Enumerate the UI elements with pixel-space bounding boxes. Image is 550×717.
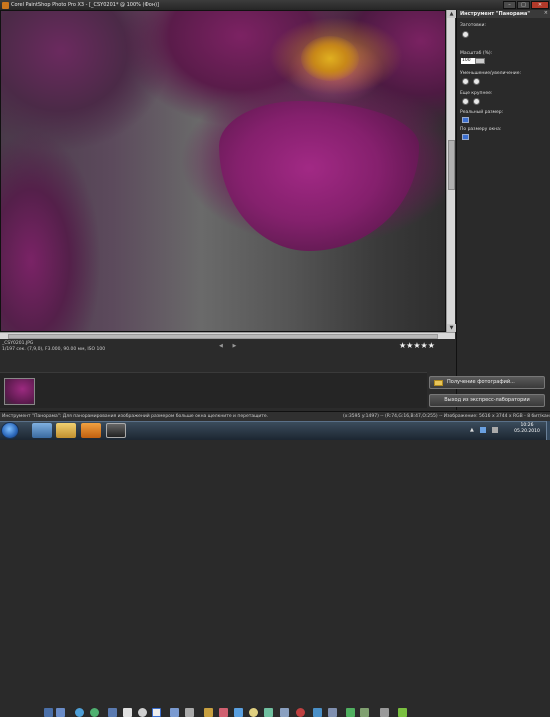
app-window: Corel PaintShop Photo Pro X3 - [_CSY0201… xyxy=(0,0,550,717)
sharpen-icon[interactable] xyxy=(264,708,273,717)
minimize-button[interactable]: – xyxy=(503,1,516,9)
delete-icon[interactable] xyxy=(380,708,389,717)
levels-icon[interactable] xyxy=(234,708,243,717)
crop-icon[interactable] xyxy=(185,708,194,717)
presets-dropdown-icon[interactable] xyxy=(462,31,469,38)
show-desktop-button[interactable] xyxy=(546,421,550,440)
zoom-stepper[interactable] xyxy=(475,58,485,64)
photo-thumbnail[interactable] xyxy=(4,378,35,405)
rotate-right-icon[interactable] xyxy=(90,708,99,717)
ie-taskbar-icon[interactable] xyxy=(32,423,52,438)
tag-icon[interactable] xyxy=(346,708,355,717)
folder-icon xyxy=(434,380,443,386)
red-eye-icon[interactable] xyxy=(296,708,305,717)
photo-info: _CSY0201.JPG 1/197 сек. (7,9,0), F3.000,… xyxy=(2,341,105,353)
photo-navigation: ◀ ▶ xyxy=(219,343,236,349)
clock-date: 05.20.2010 xyxy=(514,429,540,434)
zoom-in-icon[interactable] xyxy=(473,78,480,85)
scroll-up-icon[interactable]: ▲ xyxy=(447,10,456,18)
color-balance-icon[interactable] xyxy=(219,708,228,717)
palette-close-icon[interactable]: × xyxy=(544,10,548,16)
actual-size-icon[interactable] xyxy=(462,117,469,123)
zoom-more-out-icon[interactable] xyxy=(462,98,469,105)
actual-size-label: Реальный размер: xyxy=(460,110,504,115)
edit-toolbar xyxy=(0,353,550,717)
exit-express-lab-button[interactable]: Выход из экспресс-лаборатории xyxy=(429,394,545,407)
pan-hand-icon[interactable] xyxy=(152,708,161,717)
full-editor-icon[interactable] xyxy=(398,708,407,717)
palette-title: Инструмент "Панорама" xyxy=(457,10,550,18)
vertical-scrollbar[interactable]: ▲ ▼ xyxy=(446,10,456,332)
image-canvas[interactable] xyxy=(0,10,446,332)
orchid-stamen xyxy=(301,36,359,81)
media-player-taskbar-icon[interactable] xyxy=(81,423,101,438)
zoom-icon[interactable] xyxy=(138,708,147,717)
scroll-down-icon[interactable]: ▼ xyxy=(447,324,456,332)
close-button[interactable]: ✕ xyxy=(531,1,549,9)
get-photos-button[interactable]: Получение фотографий... xyxy=(429,376,545,389)
zoom-out-icon[interactable] xyxy=(462,78,469,85)
clone-icon[interactable] xyxy=(328,708,337,717)
zoom-more-label: Еще крупнее: xyxy=(460,91,493,96)
save-icon[interactable] xyxy=(44,708,53,717)
taskbar-clock[interactable]: 10:26 05.20.2010 xyxy=(508,423,546,435)
fit-window-label: По размеру окна: xyxy=(460,127,502,132)
zoom-label: Масштаб (%): xyxy=(460,51,493,56)
brightness-icon[interactable] xyxy=(249,708,258,717)
straighten-icon[interactable] xyxy=(170,708,179,717)
get-photos-label: Получение фотографий... xyxy=(447,379,515,385)
network-icon[interactable] xyxy=(480,427,486,433)
horizontal-scrollbar[interactable] xyxy=(0,332,455,339)
volume-icon[interactable] xyxy=(492,427,498,433)
paintshop-taskbar-icon[interactable] xyxy=(106,423,126,438)
start-button-icon[interactable] xyxy=(1,422,19,439)
explorer-taskbar-icon[interactable] xyxy=(56,423,76,438)
next-photo-icon[interactable]: ▶ xyxy=(232,343,236,349)
filmstrip xyxy=(0,372,427,408)
rotate-left-icon[interactable] xyxy=(75,708,84,717)
save-as-icon[interactable] xyxy=(56,708,65,717)
smart-fix-icon[interactable] xyxy=(204,708,213,717)
app-icon xyxy=(2,2,9,9)
zoom-in-out-label: Уменьшение/увеличение: xyxy=(460,71,522,76)
fit-window-icon[interactable] xyxy=(462,134,469,140)
view-grid-icon[interactable] xyxy=(108,708,117,717)
system-tray[interactable]: ▲ xyxy=(470,426,510,435)
tray-arrow-icon[interactable]: ▲ xyxy=(470,427,474,433)
share-icon[interactable] xyxy=(360,708,369,717)
zoom-input[interactable]: 100 xyxy=(461,58,475,64)
status-bar: Инструмент "Панорама": Для панорамирован… xyxy=(0,411,550,421)
fit-icon[interactable] xyxy=(123,708,132,717)
window-title: Corel PaintShop Photo Pro X3 - [_CSY0201… xyxy=(11,2,159,8)
presets-label: Заготовки: xyxy=(460,23,486,28)
retouch-icon[interactable] xyxy=(280,708,289,717)
horizontal-scroll-thumb[interactable] xyxy=(8,334,438,339)
rating-stars[interactable]: ★★★★★ xyxy=(399,341,435,350)
orchid-petal xyxy=(219,101,419,251)
prev-photo-icon[interactable]: ◀ xyxy=(219,343,223,349)
makeover-icon[interactable] xyxy=(313,708,322,717)
zoom-more-in-icon[interactable] xyxy=(473,98,480,105)
vertical-scroll-thumb[interactable] xyxy=(448,140,455,190)
maximize-button[interactable]: □ xyxy=(517,1,530,9)
tool-options-palette: Инструмент "Панорама" × Заготовки: Масшт… xyxy=(456,10,550,410)
window-controls: – □ ✕ xyxy=(503,1,549,9)
